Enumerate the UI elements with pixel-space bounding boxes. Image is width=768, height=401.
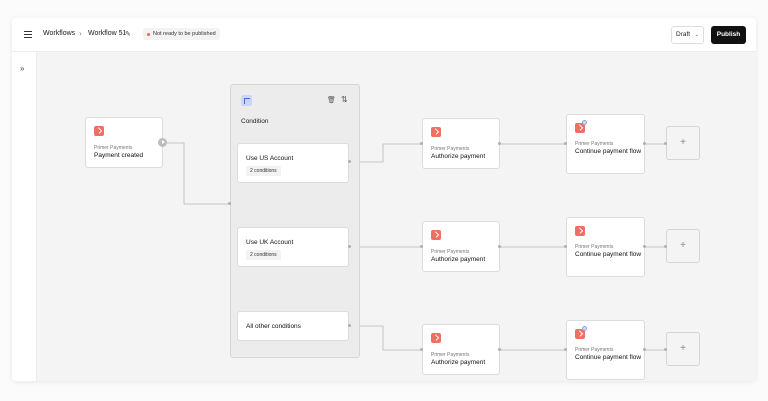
trigger-node[interactable]: Primer Payments Payment created [85,117,163,168]
connection-dot [498,348,501,351]
top-bar: Workflows › Workflow 51 ✎ Not ready to b… [12,18,756,52]
draft-select[interactable]: Draft ⌄ [671,26,704,44]
node-provider: Primer Payments [431,249,470,255]
connection-dot [498,245,501,248]
branch-label: All other conditions [246,323,301,330]
publish-button[interactable]: Publish [711,26,746,44]
node-provider: Primer Payments [575,244,614,250]
info-badge-icon [582,120,587,125]
sidebar: » [12,52,37,381]
connection-dot [420,142,423,145]
pencil-icon[interactable]: ✎ [125,30,131,38]
branch-conditions-count: 2 conditions [246,166,281,176]
authorize-node-1[interactable]: Primer Payments Authorize payment [422,118,500,169]
trigger-provider: Primer Payments [94,145,133,151]
branch-label: Use UK Account [246,239,294,246]
node-action: Continue payment flow [575,354,642,361]
continue-node-3[interactable]: Primer Payments Continue payment flow [566,320,645,380]
connection-dot [643,142,646,145]
draft-label: Draft [676,31,691,38]
branch-all-other[interactable]: All other conditions [237,311,349,341]
connection-dot [664,348,667,351]
connection-dot [228,202,231,205]
workflow-canvas[interactable]: Primer Payments Payment created 🗑 ⇅ Cond… [37,52,756,381]
node-action: Continue payment flow [575,148,642,155]
node-action: Authorize payment [431,153,486,160]
connection-dot [564,245,567,248]
breadcrumb-workflows[interactable]: Workflows [43,30,75,37]
info-badge-icon [582,326,587,331]
branch-uk-account[interactable]: Use UK Account 2 conditions [237,227,349,267]
primer-logo-icon [431,127,441,137]
node-provider: Primer Payments [431,352,470,358]
connection-dot [564,142,567,145]
connection-dot [564,348,567,351]
node-action: Authorize payment [431,359,486,366]
sort-icon[interactable]: ⇅ [341,95,348,104]
status-badge: Not ready to be published [143,28,220,40]
chevron-down-icon: ⌄ [694,32,699,38]
continue-node-2[interactable]: Primer Payments Continue payment flow [566,217,645,277]
add-step-button[interactable]: + [666,229,700,263]
breadcrumb-separator: › [79,29,82,38]
connection-dot [643,348,646,351]
add-step-button[interactable]: + [666,332,700,366]
trigger-action: Payment created [94,152,144,159]
add-step-button[interactable]: + [666,126,700,160]
primer-logo-icon [431,333,441,343]
node-provider: Primer Payments [575,141,614,147]
connection-dot [643,245,646,248]
connection-dot [420,348,423,351]
connection-dot [348,245,351,248]
connection-dot [420,245,423,248]
branch-us-account[interactable]: Use US Account 2 conditions [237,143,349,183]
play-icon[interactable] [158,138,167,147]
branch-label: Use US Account [246,155,294,162]
primer-logo-icon [575,226,585,236]
node-provider: Primer Payments [575,347,614,353]
connection-dot [664,245,667,248]
edge-trigger-condition [167,142,230,205]
breadcrumb-current: Workflow 51 [88,30,127,37]
primer-logo-icon [431,230,441,240]
expand-sidebar-icon[interactable]: » [20,64,24,73]
condition-title: Condition [241,118,269,125]
connections [167,142,666,351]
continue-node-1[interactable]: Primer Payments Continue payment flow [566,114,645,174]
node-action: Continue payment flow [575,251,642,258]
connection-dot [664,142,667,145]
node-action: Authorize payment [431,256,486,263]
primer-logo-icon [94,126,104,136]
trash-icon[interactable]: 🗑 [327,96,336,104]
authorize-node-2[interactable]: Primer Payments Authorize payment [422,221,500,272]
menu-icon[interactable] [24,31,32,38]
authorize-node-3[interactable]: Primer Payments Authorize payment [422,324,500,375]
app-window: Workflows › Workflow 51 ✎ Not ready to b… [12,18,756,381]
condition-panel[interactable]: 🗑 ⇅ Condition Use US Account 2 condition… [230,84,360,358]
node-provider: Primer Payments [431,146,470,152]
connection-dot [348,324,351,327]
condition-icon [241,95,252,106]
connection-dot [348,160,351,163]
connection-dot [498,142,501,145]
branch-conditions-count: 2 conditions [246,250,281,260]
